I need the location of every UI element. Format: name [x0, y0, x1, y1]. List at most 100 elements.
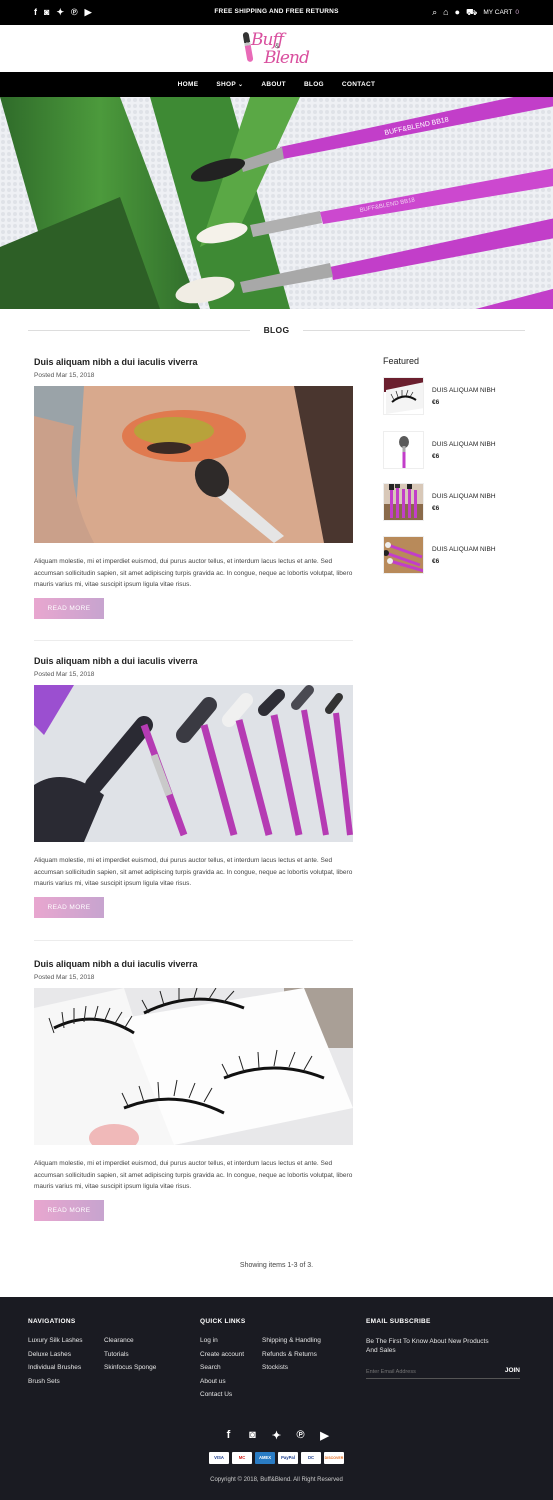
footer-link[interactable]: Deluxe Lashes: [28, 1351, 83, 1358]
join-button[interactable]: JOIN: [505, 1367, 520, 1374]
post-image[interactable]: [34, 988, 353, 1145]
search-icon[interactable]: ⌕: [432, 7, 437, 17]
paypal-icon: PayPal: [278, 1452, 298, 1464]
featured-price: €6: [432, 558, 440, 565]
subscribe-text: Be The First To Know About New Products …: [366, 1338, 489, 1354]
footer-link[interactable]: Clearance: [104, 1337, 156, 1344]
heading-divider-right: [303, 330, 525, 331]
post-title[interactable]: Duis aliquam nibh a dui iaculis viverra: [34, 656, 353, 667]
footer-link[interactable]: Luxury Silk Lashes: [28, 1337, 83, 1344]
nav-blog[interactable]: BLOG: [295, 81, 333, 88]
footer-link[interactable]: Stockists: [262, 1364, 321, 1371]
footer-quick-links-col1: Log in Create account Search About us Co…: [200, 1337, 244, 1405]
post-date: Posted Mar 15, 2018: [34, 372, 95, 379]
footer-subscribe-title: EMAIL SUBSCRIBE: [366, 1318, 431, 1325]
footer-link[interactable]: Tutorials: [104, 1351, 156, 1358]
featured-thumb[interactable]: [383, 377, 424, 415]
post-title[interactable]: Duis aliquam nibh a dui iaculis viverra: [34, 357, 353, 368]
footer-quick-links-col2: Shipping & Handling Refunds & Returns St…: [262, 1337, 321, 1378]
footer-social-links: f ◙ ✦ ℗ ▶: [0, 1429, 553, 1442]
blog-post: Duis aliquam nibh a dui iaculis viverra …: [34, 959, 353, 1221]
footer-navigations-title: NAVIGATIONS: [28, 1318, 76, 1325]
featured-sidebar: Featured DUIS ALIQUAM NIBH €6 DUIS ALIQU…: [383, 356, 523, 574]
pinterest-icon[interactable]: ℗: [296, 1429, 306, 1442]
hero-image: BUFF&BLEND BB18 BUFF&BLEND BB18: [0, 97, 553, 309]
nav-contact[interactable]: CONTACT: [333, 81, 384, 88]
featured-name[interactable]: DUIS ALIQUAM NIBH: [432, 441, 496, 448]
featured-price: €6: [432, 399, 440, 406]
featured-price: €6: [432, 453, 440, 460]
thumb-single-brush: [384, 432, 423, 468]
brand-logo[interactable]: Buff & Blend: [242, 29, 312, 69]
nav-about[interactable]: ABOUT: [252, 81, 295, 88]
footer-link[interactable]: Skinfocus Sponge: [104, 1364, 156, 1371]
post-excerpt: Aliquam molestie, mi et imperdiet euismo…: [34, 558, 353, 588]
account-icon[interactable]: ●: [455, 7, 460, 17]
post-date: Posted Mar 15, 2018: [34, 974, 95, 981]
sidebar-title: Featured: [383, 356, 420, 366]
featured-name[interactable]: DUIS ALIQUAM NIBH: [432, 546, 496, 553]
footer-link[interactable]: Brush Sets: [28, 1378, 83, 1385]
main-nav: HOME SHOP ⌄ ABOUT BLOG CONTACT: [0, 72, 553, 97]
cart-icon[interactable]: ⛟: [466, 7, 477, 17]
footer: NAVIGATIONS Luxury Silk Lashes Deluxe La…: [0, 1297, 553, 1500]
thumb-brush-set: [384, 484, 423, 520]
footer-navigations-col1: Luxury Silk Lashes Deluxe Lashes Individ…: [28, 1337, 83, 1391]
post-divider: [34, 640, 353, 641]
visa-icon: VISA: [209, 1452, 229, 1464]
footer-link[interactable]: Create account: [200, 1351, 244, 1358]
chevron-down-icon: ⌄: [238, 82, 244, 88]
email-input[interactable]: [366, 1365, 496, 1378]
copyright: Copyright © 2018, Buff&Blend. All Right …: [210, 1477, 343, 1483]
read-more-button[interactable]: READ MORE: [34, 897, 104, 918]
post-title[interactable]: Duis aliquam nibh a dui iaculis viverra: [34, 959, 353, 970]
instagram-icon[interactable]: ◙: [248, 1429, 258, 1442]
logo-row: Buff & Blend: [0, 25, 553, 72]
footer-navigations-col2: Clearance Tutorials Skinfocus Sponge: [104, 1337, 156, 1378]
home-icon[interactable]: ⌂: [443, 7, 448, 17]
post-image[interactable]: [34, 386, 353, 543]
diners-icon: DC: [301, 1452, 321, 1464]
facebook-icon[interactable]: f: [224, 1429, 234, 1442]
cart-label[interactable]: MY CART: [483, 9, 512, 16]
footer-link[interactable]: Shipping & Handling: [262, 1337, 321, 1344]
post-image[interactable]: [34, 685, 353, 842]
footer-link[interactable]: Log in: [200, 1337, 244, 1344]
featured-name[interactable]: DUIS ALIQUAM NIBH: [432, 493, 496, 500]
footer-link[interactable]: Contact Us: [200, 1391, 244, 1398]
nav-shop[interactable]: SHOP ⌄: [207, 81, 252, 88]
top-bar: f ◙ ✦ ℗ ▶ FREE SHIPPING AND FREE RETURNS…: [0, 0, 553, 25]
pagination-info: Showing items 1-3 of 3.: [239, 1262, 314, 1269]
read-more-button[interactable]: READ MORE: [34, 598, 104, 619]
footer-link[interactable]: Refunds & Returns: [262, 1351, 321, 1358]
footer-link[interactable]: About us: [200, 1378, 244, 1385]
amex-icon: AMEX: [255, 1452, 275, 1464]
footer-link[interactable]: Individual Brushes: [28, 1364, 83, 1371]
featured-item[interactable]: DUIS ALIQUAM NIBH €6: [383, 431, 523, 469]
footer-link[interactable]: Search: [200, 1364, 244, 1371]
thumb-lashes-box: [384, 378, 423, 414]
featured-item[interactable]: DUIS ALIQUAM NIBH €6: [383, 377, 523, 415]
read-more-button[interactable]: READ MORE: [34, 1200, 104, 1221]
featured-price: €6: [432, 505, 440, 512]
featured-thumb[interactable]: [383, 483, 424, 521]
nav-shop-label: SHOP: [216, 81, 236, 88]
featured-thumb[interactable]: [383, 536, 424, 574]
blog-heading: BLOG: [28, 322, 525, 338]
nav-home[interactable]: HOME: [169, 81, 208, 88]
payment-methods: VISA MC AMEX PayPal DC DISCOVER: [0, 1452, 553, 1464]
mastercard-icon: MC: [232, 1452, 252, 1464]
youtube-icon[interactable]: ▶: [320, 1429, 330, 1442]
featured-item[interactable]: DUIS ALIQUAM NIBH €6: [383, 536, 523, 574]
twitter-icon[interactable]: ✦: [272, 1429, 282, 1442]
featured-item[interactable]: DUIS ALIQUAM NIBH €6: [383, 483, 523, 521]
featured-thumb[interactable]: [383, 431, 424, 469]
featured-name[interactable]: DUIS ALIQUAM NIBH: [432, 387, 496, 394]
top-bar-actions: ⌕ ⌂ ● ⛟ MY CART 0: [432, 7, 519, 17]
cart-count[interactable]: 0: [515, 9, 519, 16]
blog-post: Duis aliquam nibh a dui iaculis viverra …: [34, 656, 353, 918]
thumb-brushes-on-table: [384, 537, 423, 573]
footer-quick-links-title: QUICK LINKS: [200, 1318, 246, 1325]
hero-banner: BUFF&BLEND BB18 BUFF&BLEND BB18: [0, 97, 553, 309]
post-image-lashes: [34, 988, 353, 1145]
